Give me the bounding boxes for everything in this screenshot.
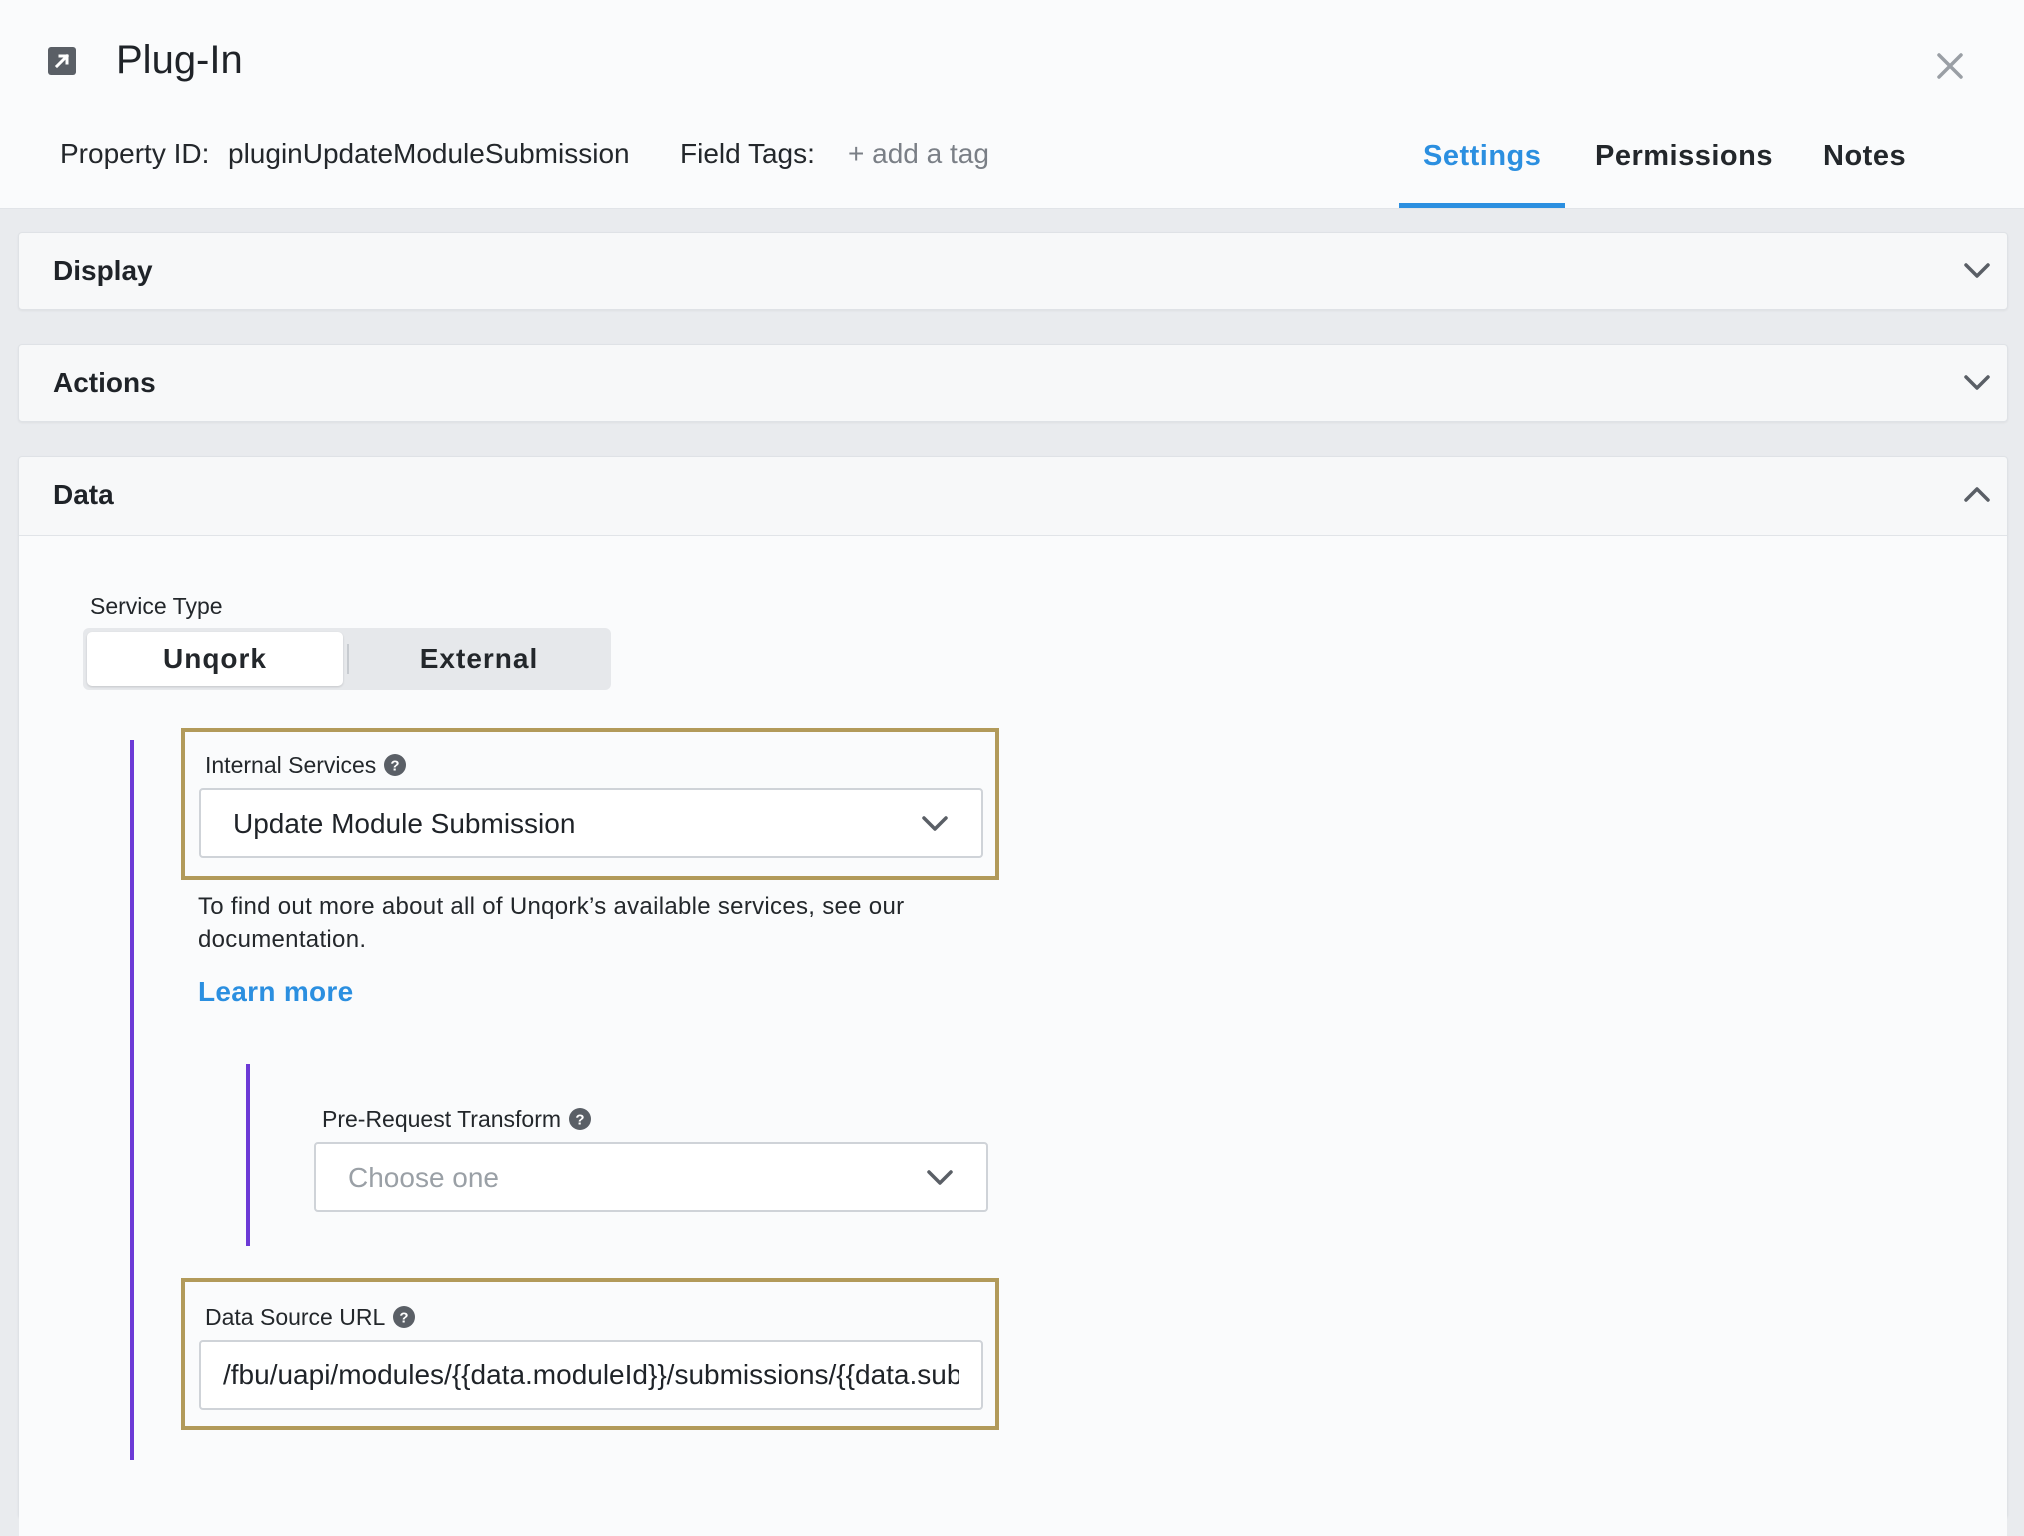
- service-type-external-button[interactable]: External: [351, 632, 607, 686]
- svg-text:?: ?: [400, 1310, 409, 1327]
- data-section-title: Data: [53, 479, 114, 510]
- segment-divider: [347, 644, 349, 674]
- services-description: To find out more about all of Unqork’s a…: [198, 893, 905, 953]
- display-section: Display: [18, 232, 2008, 310]
- chevron-up-icon: [1964, 487, 1990, 502]
- display-section-title: Display: [53, 255, 153, 286]
- service-type-toggle: Unqork External: [83, 628, 611, 690]
- pre-request-placeholder: Choose one: [348, 1162, 500, 1193]
- chevron-down-icon: [927, 1170, 953, 1185]
- external-link-icon: [48, 47, 76, 75]
- internal-services-label: Internal Services?: [205, 752, 407, 779]
- branch-line: [130, 740, 134, 1460]
- actions-section-title: Actions: [53, 367, 156, 398]
- svg-text:?: ?: [575, 1112, 584, 1129]
- modal-header: Plug-In Property ID: pluginUpdateModuleS…: [0, 0, 2024, 209]
- data-source-url-label: Data Source URL?: [205, 1304, 416, 1331]
- learn-more-link[interactable]: Learn more: [198, 976, 354, 1008]
- chevron-down-icon: [1964, 263, 1990, 278]
- service-type-label: Service Type: [90, 593, 223, 619]
- actions-section: Actions: [18, 344, 2008, 422]
- chevron-down-icon: [1964, 375, 1990, 390]
- internal-services-value: Update Module Submission: [233, 808, 576, 839]
- property-id-label: Property ID:: [60, 138, 210, 169]
- pre-request-label: Pre-Request Transform?: [322, 1106, 592, 1133]
- help-icon[interactable]: ?: [569, 1108, 592, 1130]
- tab-permissions[interactable]: Permissions: [1595, 140, 1773, 173]
- add-tag-link[interactable]: + add a tag: [848, 138, 989, 170]
- internal-services-field: Internal Services? Update Module Submiss…: [181, 728, 999, 880]
- data-source-url-field: Data Source URL?: [181, 1278, 999, 1430]
- close-icon[interactable]: [1934, 50, 1966, 82]
- tab-settings[interactable]: Settings: [1423, 140, 1541, 173]
- data-source-url-input[interactable]: [199, 1340, 983, 1410]
- svg-text:?: ?: [391, 758, 400, 775]
- internal-services-select[interactable]: Update Module Submission: [199, 788, 983, 858]
- field-tags-label: Field Tags:: [680, 138, 815, 169]
- active-tab-indicator: [1399, 203, 1565, 208]
- service-type-unqork-button[interactable]: Unqork: [87, 632, 343, 686]
- tab-notes[interactable]: Notes: [1823, 140, 1906, 173]
- pre-request-select[interactable]: Choose one: [314, 1142, 988, 1212]
- data-section-header[interactable]: Data: [19, 457, 2007, 533]
- property-id-value: pluginUpdateModuleSubmission: [228, 138, 630, 169]
- chevron-down-icon: [922, 816, 948, 831]
- help-icon[interactable]: ?: [393, 1306, 416, 1328]
- help-icon[interactable]: ?: [384, 754, 407, 776]
- display-section-header[interactable]: Display: [19, 233, 2007, 309]
- nested-branch-line: [246, 1064, 250, 1246]
- modal-title: Plug-In: [116, 38, 243, 82]
- actions-section-header[interactable]: Actions: [19, 345, 2007, 421]
